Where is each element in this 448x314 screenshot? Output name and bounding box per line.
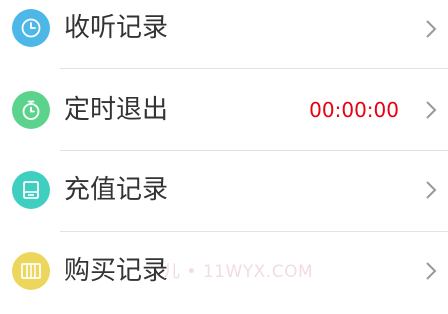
clock-icon [12, 9, 50, 47]
recharge-icon [12, 171, 50, 209]
settings-menu: 收听记录 定时退出 00:00:00 充值记录 购买记录 儿 • 11WYX.C… [0, 0, 448, 290]
chevron-right-icon [426, 262, 437, 280]
timed-exit-label: 定时退出 [64, 95, 169, 125]
watermark: 儿 • 11WYX.COM [163, 262, 314, 282]
recharge-history-label: 充值记录 [64, 175, 169, 205]
chevron-right-icon [426, 181, 437, 199]
timer-value: 00:00:00 [309, 98, 399, 122]
chevron-right-icon [426, 101, 437, 119]
purchase-history-label: 购买记录 [64, 256, 169, 286]
stopwatch-icon [12, 91, 50, 129]
listen-history-row[interactable]: 收听记录 [0, 0, 448, 69]
recharge-history-row[interactable]: 充值记录 [0, 151, 448, 233]
listen-history-label: 收听记录 [64, 13, 169, 43]
purchase-icon [12, 252, 50, 290]
chevron-right-icon [426, 20, 437, 38]
timed-exit-row[interactable]: 定时退出 00:00:00 [0, 69, 448, 151]
